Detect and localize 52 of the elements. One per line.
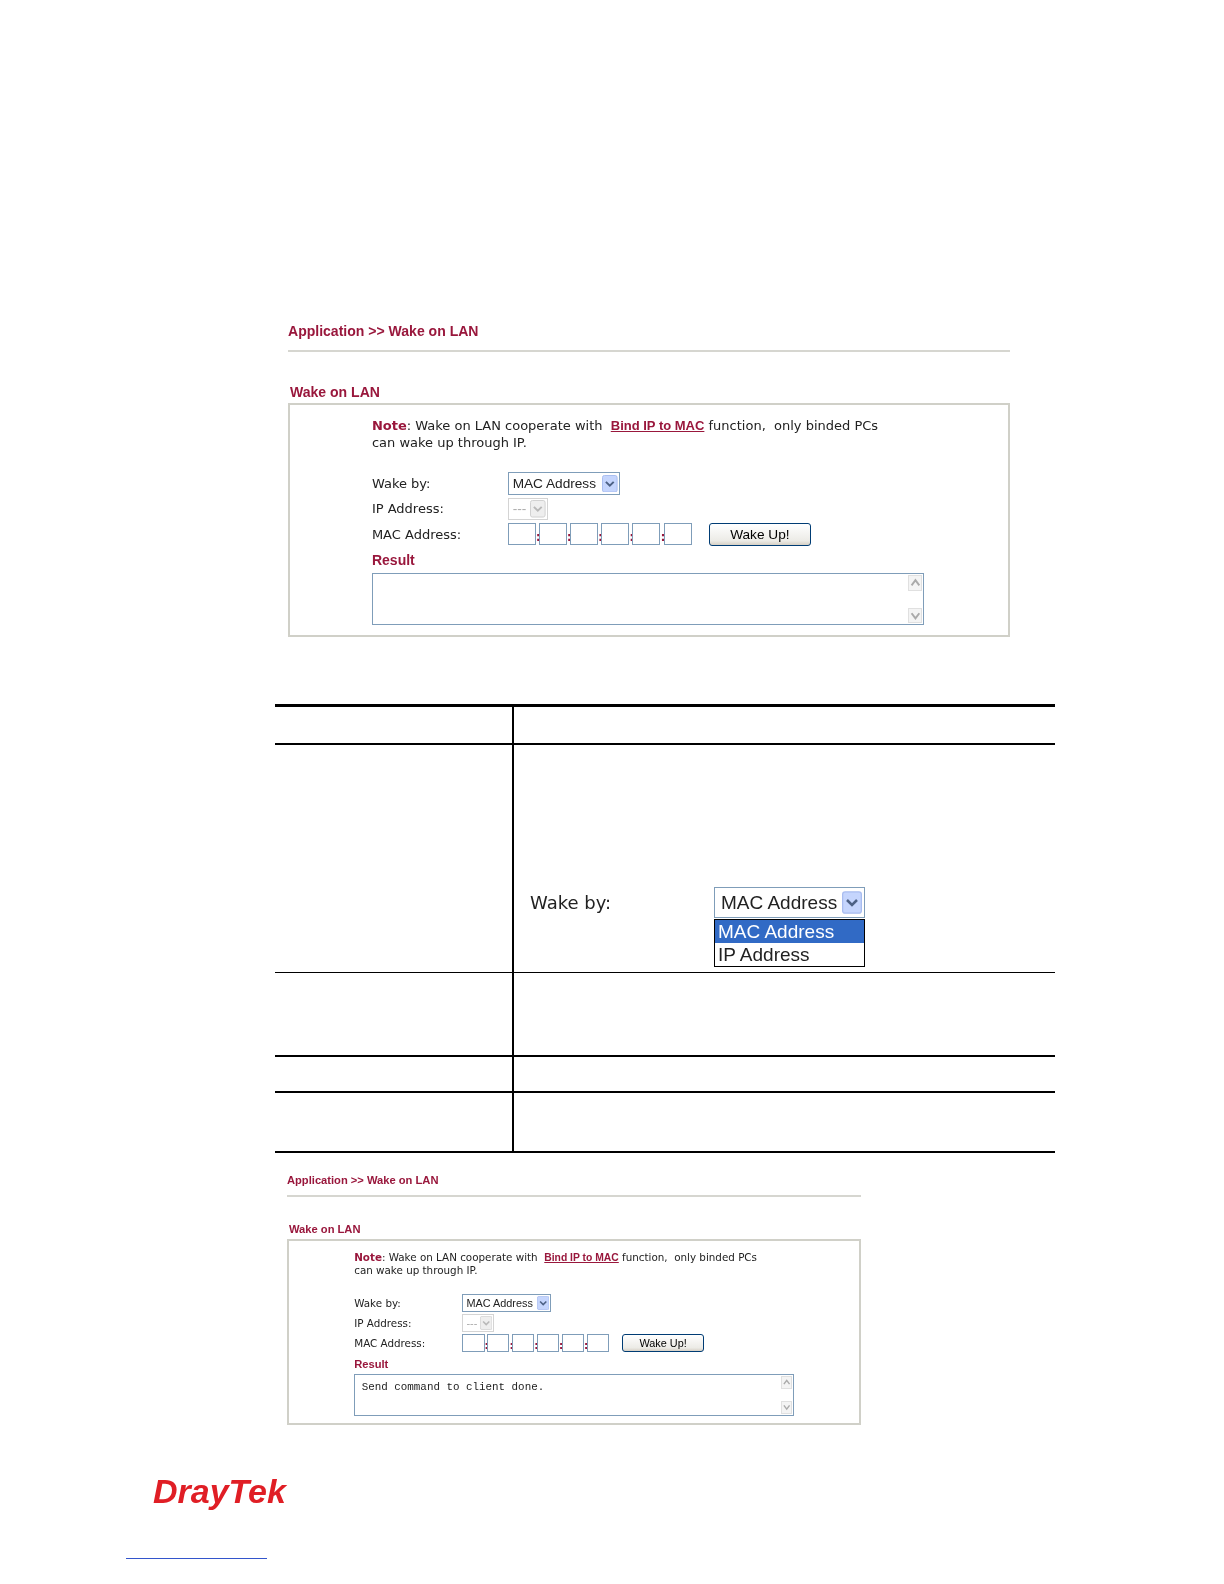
mac-octet-field[interactable]: [561, 1334, 584, 1352]
wake-by-label: Wake by:: [371, 475, 432, 491]
separator: :: [583, 1339, 587, 1350]
separator: :: [509, 1339, 512, 1350]
mac-octet-field[interactable]: [538, 523, 567, 546]
mac-octet-field[interactable]: [462, 1334, 485, 1352]
brand-logo: DrayTek: [153, 1470, 286, 1511]
separator: :: [534, 1339, 537, 1350]
section-title: Wake on LAN: [289, 1222, 362, 1237]
note-text: Note: Wake on LAN cooperate with Bind IP to MAC function, only binded PCs can wake up through IP.: [354, 1250, 758, 1278]
note-text: Note: Wake on LAN cooperate with Bind IP to MAC function, only binded PCs can wake up through IP.: [371, 418, 880, 452]
mac-octet-field[interactable]: [507, 523, 536, 546]
dropdown-option[interactable]: MAC Address: [715, 920, 864, 944]
mac-octet-field[interactable]: [663, 523, 692, 546]
dropdown-option[interactable]: IP Address: [715, 943, 864, 967]
mac-address-label: MAC Address:: [354, 1337, 427, 1350]
scroll-up-icon[interactable]: [780, 1376, 793, 1389]
wake-by-label: Wake by:: [530, 892, 613, 914]
mac-octet-field[interactable]: [536, 1334, 560, 1352]
scroll-up-icon[interactable]: [907, 575, 923, 591]
mac-octet-field[interactable]: [512, 1334, 535, 1352]
result-text: Send command to client done.: [361, 1380, 545, 1393]
separator: :: [660, 529, 664, 543]
wake-by-label: Wake by:: [354, 1296, 402, 1309]
mac-octet-field[interactable]: [632, 523, 661, 546]
ip-address-label: IP Address:: [354, 1317, 413, 1329]
separator: :: [484, 1339, 488, 1350]
wake-by-dropdown[interactable]: MAC Address: [507, 472, 620, 495]
mac-address-label: MAC Address:: [371, 526, 463, 542]
separator: :: [559, 1339, 562, 1350]
result-label: Result: [354, 1356, 390, 1372]
section-title: Wake on LAN: [290, 382, 381, 402]
separator: :: [566, 529, 571, 543]
breadcrumb: Application >> Wake on LAN: [288, 322, 480, 341]
result-label: Result: [371, 551, 416, 570]
wake-up-button[interactable]: Wake Up!: [622, 1333, 704, 1353]
result-field[interactable]: Send command to client done.: [354, 1374, 795, 1416]
breadcrumb: Application >> Wake on LAN: [287, 1173, 440, 1188]
mac-octet-field[interactable]: [586, 1334, 609, 1352]
mac-octet-field[interactable]: [487, 1334, 510, 1352]
bind-ip-to-mac-link[interactable]: Bind IP to MAC: [610, 418, 705, 434]
ip-address-label: IP Address:: [371, 501, 445, 517]
scroll-down-icon[interactable]: [907, 607, 923, 624]
separator: :: [535, 529, 539, 543]
wake-up-button[interactable]: Wake Up!: [708, 522, 812, 546]
wake-by-dropdown[interactable]: MAC Address: [462, 1294, 552, 1312]
scroll-down-icon[interactable]: [780, 1401, 793, 1414]
bind-ip-to-mac-link[interactable]: Bind IP to MAC: [544, 1251, 619, 1263]
mac-octet-field[interactable]: [601, 523, 630, 546]
wake-by-dropdown[interactable]: MAC Address: [714, 887, 865, 919]
result-field[interactable]: [371, 573, 925, 626]
mac-octet-field[interactable]: [570, 523, 599, 546]
